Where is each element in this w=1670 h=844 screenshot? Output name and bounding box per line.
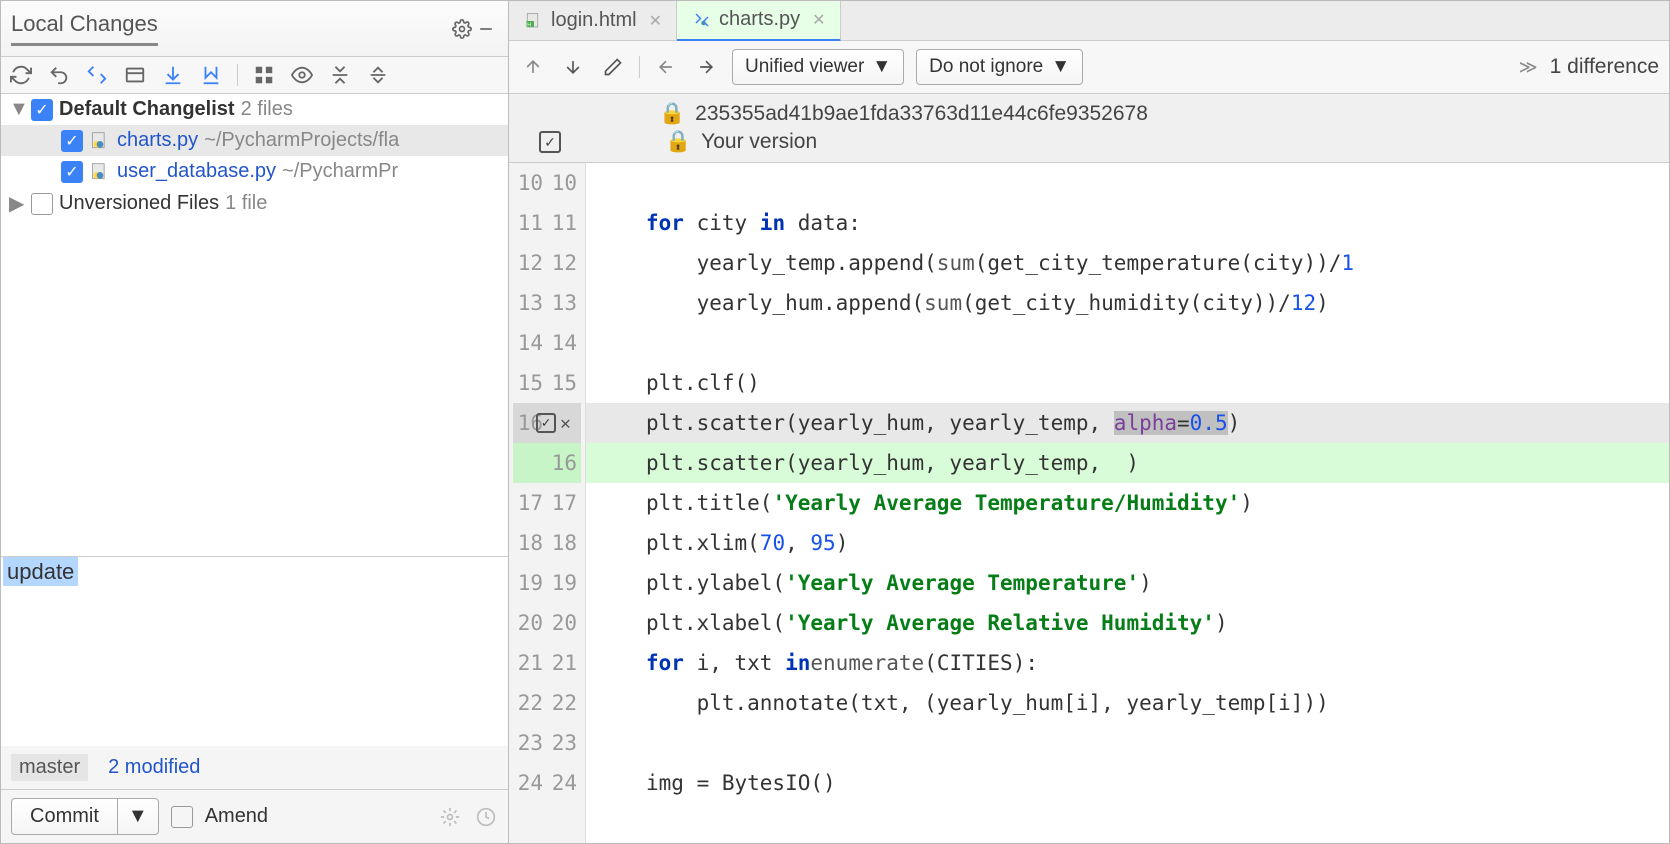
- more-icon[interactable]: ≫: [1519, 57, 1538, 78]
- gear-icon[interactable]: [450, 17, 474, 41]
- local-changes-panel: Local Changes ▼ ✓: [1, 1, 509, 843]
- code-line[interactable]: yearly_temp.append(sum(get_city_temperat…: [586, 243, 1669, 283]
- changelist-checkbox[interactable]: ✓: [31, 99, 53, 121]
- close-icon[interactable]: ✕: [812, 10, 825, 30]
- minimize-icon[interactable]: [474, 17, 498, 41]
- unversioned-label: Unversioned Files: [59, 192, 219, 215]
- file-name: user_database.py: [117, 160, 276, 183]
- lock-icon: 🔒: [659, 102, 685, 126]
- expand-all-icon[interactable]: [328, 63, 352, 87]
- panel-title: Local Changes: [11, 7, 450, 50]
- tab-charts-py[interactable]: charts.py ✕: [677, 1, 841, 42]
- collapse-all-icon[interactable]: [366, 63, 390, 87]
- changes-toolbar: [1, 57, 508, 94]
- diff-editor[interactable]: 1010111112121313141415151616171718181919…: [509, 163, 1669, 843]
- python-file-icon: [89, 161, 111, 183]
- changelist-label: Default Changelist: [59, 98, 235, 121]
- ignore-mode-select[interactable]: Do not ignore▼: [916, 49, 1083, 85]
- changelist-node[interactable]: ▼ ✓ Default Changelist 2 files: [1, 94, 508, 125]
- code-line[interactable]: for i, txt in enumerate(CITIES):: [586, 643, 1669, 683]
- code-line[interactable]: plt.scatter(yearly_hum, yearly_temp, ): [586, 443, 1669, 483]
- next-diff-icon[interactable]: [559, 53, 587, 81]
- modified-count[interactable]: 2 modified: [108, 756, 200, 779]
- rollback-icon[interactable]: [47, 63, 71, 87]
- amend-label: Amend: [205, 805, 268, 828]
- unversioned-node[interactable]: ▶ Unversioned Files 1 file: [1, 187, 508, 220]
- preview-icon[interactable]: [290, 63, 314, 87]
- code-area[interactable]: for city in data: yearly_temp.append(sum…: [586, 163, 1669, 843]
- diff-count: 1 difference: [1550, 55, 1659, 79]
- file-row-userdb[interactable]: ✓ user_database.py ~/PycharmPr: [1, 156, 508, 187]
- file-row-charts[interactable]: ✓ charts.py ~/PycharmProjects/fla: [1, 125, 508, 156]
- file-checkbox[interactable]: ✓: [61, 161, 83, 183]
- branch-label[interactable]: master: [11, 754, 88, 781]
- changes-tree: ▼ ✓ Default Changelist 2 files ✓ charts.…: [1, 94, 508, 556]
- file-checkbox[interactable]: ✓: [61, 130, 83, 152]
- gear-icon[interactable]: [438, 805, 462, 829]
- python-file-icon: [89, 130, 111, 152]
- commit-message-input[interactable]: update: [1, 556, 508, 746]
- file-path: ~/PycharmPr: [282, 160, 398, 183]
- code-line[interactable]: plt.ylabel('Yearly Average Temperature'): [586, 563, 1669, 603]
- tab-login-html[interactable]: H login.html ✕: [509, 1, 677, 40]
- code-line[interactable]: [586, 163, 1669, 203]
- commit-dropdown-icon[interactable]: ▼: [118, 799, 158, 834]
- unshelve-icon[interactable]: [199, 63, 223, 87]
- discard-change-icon[interactable]: ✕: [560, 413, 571, 434]
- viewer-mode-select[interactable]: Unified viewer▼: [732, 49, 904, 85]
- code-line[interactable]: plt.clf(): [586, 363, 1669, 403]
- code-line[interactable]: yearly_hum.append(sum(get_city_humidity(…: [586, 283, 1669, 323]
- editor-tabs: H login.html ✕ charts.py ✕: [509, 1, 1669, 41]
- code-line[interactable]: plt.xlim(70, 95): [586, 523, 1669, 563]
- code-line[interactable]: img = BytesIO(): [586, 763, 1669, 803]
- code-line[interactable]: for city in data:: [586, 203, 1669, 243]
- include-change-checkbox[interactable]: ✓: [536, 413, 556, 433]
- code-line[interactable]: plt.title('Yearly Average Temperature/Hu…: [586, 483, 1669, 523]
- code-line[interactable]: plt.annotate(txt, (yearly_hum[i], yearly…: [586, 683, 1669, 723]
- code-line[interactable]: [586, 323, 1669, 363]
- shelve-icon[interactable]: [161, 63, 185, 87]
- changelist-count: 2 files: [241, 98, 293, 121]
- file-path: ~/PycharmProjects/fla: [204, 129, 399, 152]
- refresh-icon[interactable]: [9, 63, 33, 87]
- code-line[interactable]: plt.xlabel('Yearly Average Relative Humi…: [586, 603, 1669, 643]
- changelist-icon[interactable]: [123, 63, 147, 87]
- forward-icon[interactable]: [692, 53, 720, 81]
- diff-icon[interactable]: [85, 63, 109, 87]
- close-icon[interactable]: ✕: [649, 11, 662, 31]
- svg-text:H: H: [527, 22, 531, 28]
- html-file-icon: H: [523, 10, 545, 32]
- vcs-status-bar: master 2 modified: [1, 746, 508, 789]
- diff-header: 🔒 235355ad41b9ae1fda33763d11e44c6fe93526…: [509, 94, 1669, 163]
- amend-checkbox[interactable]: [171, 806, 193, 828]
- back-icon[interactable]: [652, 53, 680, 81]
- edit-icon[interactable]: [599, 53, 627, 81]
- commit-button[interactable]: Commit ▼: [11, 798, 159, 835]
- line-gutter: 1010111112121313141415151616171718181919…: [509, 163, 586, 843]
- history-icon[interactable]: [474, 805, 498, 829]
- prev-diff-icon[interactable]: [519, 53, 547, 81]
- revision-hash: 235355ad41b9ae1fda33763d11e44c6fe9352678: [695, 102, 1148, 126]
- your-version-label: Your version: [701, 130, 817, 154]
- chevron-down-icon[interactable]: ▼: [9, 98, 25, 121]
- code-line[interactable]: [586, 723, 1669, 763]
- unversioned-count: 1 file: [225, 192, 267, 215]
- python-diff-icon: [691, 9, 713, 31]
- diff-toolbar: Unified viewer▼ Do not ignore▼ ≫ 1 diffe…: [509, 41, 1669, 94]
- unversioned-checkbox[interactable]: [31, 193, 53, 215]
- chevron-right-icon[interactable]: ▶: [9, 191, 25, 216]
- include-all-checkbox[interactable]: ✓: [539, 131, 561, 153]
- diff-viewer-panel: H login.html ✕ charts.py ✕ Unified viewe…: [509, 1, 1669, 843]
- file-name: charts.py: [117, 129, 198, 152]
- group-icon[interactable]: [252, 63, 276, 87]
- lock-icon: 🔒: [665, 130, 691, 154]
- code-line[interactable]: plt.scatter(yearly_hum, yearly_temp, alp…: [586, 403, 1669, 443]
